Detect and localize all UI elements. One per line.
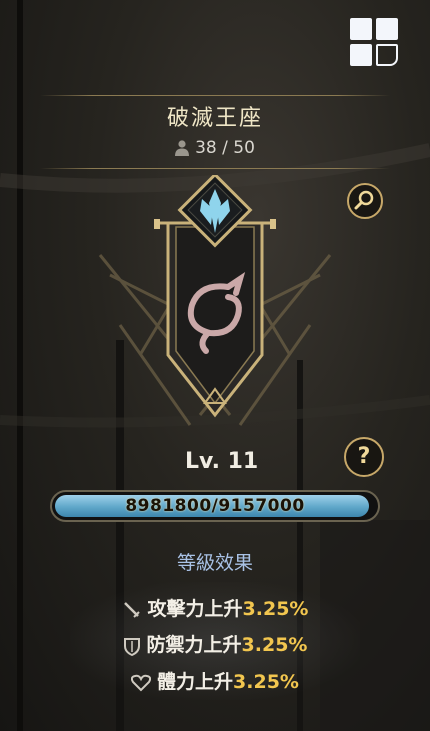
- effects-title: 等級效果: [176, 552, 253, 574]
- divider-bottom: [40, 168, 390, 169]
- menu-grid-button[interactable]: [350, 18, 402, 70]
- search-button[interactable]: [347, 183, 383, 219]
- guild-name: 破滅王座: [166, 106, 263, 131]
- grid-cell-icon: [376, 18, 398, 40]
- effect-health: 體力上升3.25%: [0, 667, 430, 694]
- sword-icon: [123, 601, 140, 618]
- effect-defense: 防禦力上升3.25%: [0, 630, 430, 657]
- divider-top: [40, 95, 390, 96]
- experience-value: 8981800/9157000: [125, 496, 305, 516]
- heart-icon: [130, 674, 152, 691]
- effect-attack: 攻擊力上升3.25%: [0, 594, 430, 621]
- guild-emblem: [98, 175, 332, 426]
- person-icon: [175, 140, 190, 156]
- experience-bar: 8981800/9157000: [50, 490, 380, 522]
- shield-icon: [123, 637, 140, 656]
- grid-cell-icon: [350, 44, 372, 66]
- guild-level: Lv. 11: [185, 449, 259, 474]
- grid-cell-icon: [350, 18, 372, 40]
- member-count: 38 / 50: [0, 138, 430, 158]
- magnifier-icon: [354, 190, 374, 210]
- member-count-value: 38 / 50: [195, 138, 255, 158]
- grid-cell-icon: [376, 44, 398, 66]
- help-button[interactable]: ?: [344, 437, 384, 477]
